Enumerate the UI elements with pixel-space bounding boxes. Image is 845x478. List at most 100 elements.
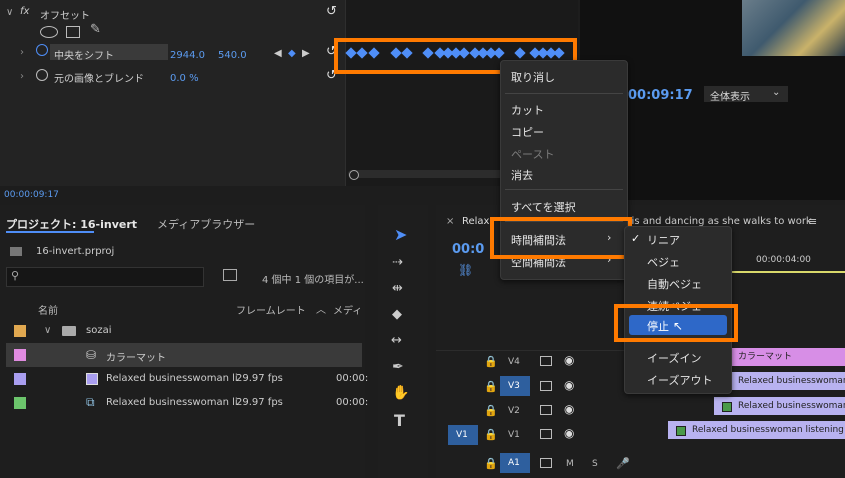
menu-select-all[interactable]: すべてを選択 <box>511 199 576 215</box>
pen-mask-icon[interactable]: ✎ <box>90 22 101 37</box>
mic-icon[interactable]: 🎤 <box>616 457 630 470</box>
collapse-icon[interactable]: ∨ <box>6 7 13 18</box>
close-icon[interactable]: × <box>446 216 454 227</box>
ellipse-mask-icon[interactable] <box>40 26 58 38</box>
sync-icon[interactable] <box>540 381 552 391</box>
menu-bezier[interactable]: ベジェ <box>647 254 680 270</box>
list-item[interactable]: Relaxed businesswoman li 29.97 fps 00:00… <box>6 367 368 391</box>
lock-icon[interactable]: 🔒 <box>484 428 498 441</box>
track-v4: V4 <box>508 357 520 367</box>
razor-icon[interactable]: ◆ <box>392 307 402 322</box>
nest-icon[interactable]: ⛓ <box>458 263 473 277</box>
chevron-down-icon: ⌄ <box>772 87 781 98</box>
sort-icon[interactable]: ︿ <box>316 301 326 316</box>
color-matte-icon: ⛁ <box>86 348 97 362</box>
effect-controls-panel: ∨ fx オフセット ↺ ✎ › 中央をシフト 2944.0 540.0 ◀ ◆… <box>0 0 345 200</box>
slip-icon[interactable]: ↔ <box>391 333 402 348</box>
tools-panel: ➤ ⇢ ⇹ ◆ ↔ ✒ ✋ T <box>378 205 428 478</box>
sequence-tab[interactable]: Relax <box>462 216 489 227</box>
lock-icon[interactable]: 🔒 <box>484 457 498 470</box>
menu-cut[interactable]: カット <box>511 102 544 118</box>
ec-timecode[interactable]: 00:00:09:17 <box>4 190 59 200</box>
col-name[interactable]: 名前 <box>38 302 58 317</box>
menu-icon[interactable]: ≡ <box>808 215 817 228</box>
track-a1-target[interactable]: A1 <box>500 453 530 473</box>
reset-icon[interactable]: ↺ <box>326 4 337 19</box>
eye-icon[interactable]: ◉ <box>564 426 574 440</box>
menu-copy[interactable]: コピー <box>511 124 544 140</box>
label-color <box>14 373 26 385</box>
next-keyframe-icon[interactable]: ▶ <box>302 48 310 59</box>
center-y-value[interactable]: 540.0 <box>218 50 247 61</box>
list-item[interactable]: ⛁ カラーマット <box>6 343 362 367</box>
add-keyframe-icon[interactable]: ◆ <box>288 48 296 59</box>
eye-icon[interactable]: ◉ <box>564 402 574 416</box>
v1-source[interactable]: V1 <box>448 425 478 445</box>
timeline-timecode[interactable]: 00:0 <box>452 242 484 257</box>
tab-project[interactable]: プロジェクト: 16-invert <box>6 216 137 232</box>
eye-icon[interactable]: ◉ <box>564 378 574 392</box>
sequence-icon: ⧉ <box>86 395 95 409</box>
sequence-icon <box>86 373 98 385</box>
project-filename: 16-invert.prproj <box>36 246 115 257</box>
rectangle-mask-icon[interactable] <box>66 26 80 38</box>
prev-keyframe-icon[interactable]: ◀ <box>274 48 282 59</box>
track-v2: V2 <box>508 406 520 416</box>
track-v3-target[interactable]: V3 <box>500 376 530 396</box>
lock-icon[interactable]: 🔒 <box>484 380 498 393</box>
label-color <box>14 325 26 337</box>
sync-icon[interactable] <box>540 458 552 468</box>
menu-auto-bezier[interactable]: 自動ベジェ <box>647 276 702 292</box>
col-fps[interactable]: フレームレート <box>236 302 306 317</box>
expand-icon[interactable]: › <box>20 47 24 58</box>
expand-icon-2[interactable]: › <box>20 71 24 82</box>
clip-v2[interactable]: Relaxed businesswoman <box>714 397 845 415</box>
sync-icon[interactable] <box>540 405 552 415</box>
menu-ease-out[interactable]: イーズアウト <box>647 372 712 388</box>
menu-ease-in[interactable]: イーズイン <box>647 350 701 366</box>
hold-highlight <box>614 304 738 342</box>
clip-color-matte[interactable]: カラーマット <box>732 348 845 366</box>
chevron-down-icon[interactable]: ∨ <box>44 325 51 336</box>
fx-badge <box>722 402 732 412</box>
center-x-value[interactable]: 2944.0 <box>170 50 205 61</box>
eye-icon[interactable]: ◉ <box>564 353 574 367</box>
stopwatch-icon-2[interactable] <box>36 69 48 81</box>
track-select-icon[interactable]: ⇢ <box>392 255 403 270</box>
search-input[interactable]: ⚲ <box>6 267 204 287</box>
work-area-bar[interactable] <box>732 271 845 273</box>
col-media[interactable]: メディ <box>333 302 362 317</box>
selection-tool-icon[interactable]: ➤ <box>394 225 407 244</box>
list-item[interactable]: ∨ sozai <box>6 319 362 343</box>
menu-undo[interactable]: 取り消し <box>511 69 555 85</box>
menu-clear[interactable]: 消去 <box>511 167 533 183</box>
ripple-edit-icon[interactable]: ⇹ <box>392 281 403 296</box>
type-tool-icon[interactable]: T <box>394 411 405 430</box>
program-timecode[interactable]: 00:09:17 <box>628 88 693 103</box>
tab-media-browser[interactable]: メディアブラウザー <box>157 216 255 232</box>
menu-linear[interactable]: リニア <box>647 232 680 248</box>
fx-icon: fx <box>20 6 30 17</box>
temporal-highlight <box>490 217 632 259</box>
solo-button[interactable]: S <box>592 459 598 469</box>
sync-icon[interactable] <box>540 356 552 366</box>
stopwatch-icon[interactable] <box>36 44 48 56</box>
project-panel: プロジェクト: 16-invert メディアブラウザー 16-invert.pr… <box>0 205 368 478</box>
clip-v1[interactable]: Relaxed businesswoman listening <box>668 421 845 439</box>
center-shift-label: 中央をシフト <box>54 51 114 62</box>
zoom-select[interactable]: 全体表示 ⌄ <box>704 86 788 103</box>
mute-button[interactable]: M <box>566 459 574 469</box>
pen-icon[interactable]: ✒ <box>392 359 404 375</box>
blend-value[interactable]: 0.0 % <box>170 73 199 84</box>
program-video-frame <box>742 0 845 56</box>
search-icon: ⚲ <box>11 269 20 282</box>
sync-icon[interactable] <box>540 429 552 439</box>
clip-v3[interactable]: Relaxed businesswoman <box>732 372 845 390</box>
lock-icon[interactable]: 🔒 <box>484 355 498 368</box>
new-bin-icon[interactable] <box>223 269 237 281</box>
hand-icon[interactable]: ✋ <box>392 385 409 401</box>
menu-paste: ペースト <box>511 148 555 161</box>
list-item[interactable]: ⧉ Relaxed businesswoman li 29.97 fps 00:… <box>6 391 368 415</box>
ruler-time: 00:00:04:00 <box>756 255 811 265</box>
lock-icon[interactable]: 🔒 <box>484 404 498 417</box>
